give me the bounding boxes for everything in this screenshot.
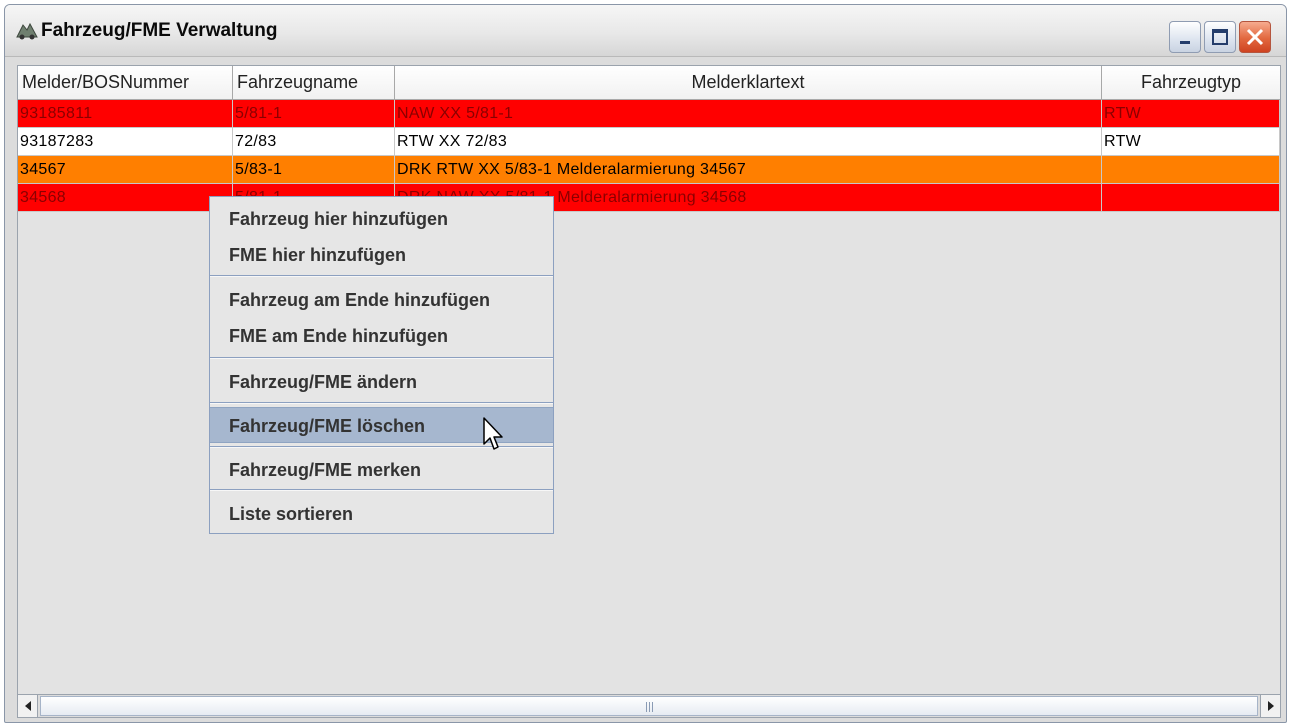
cell-fahrzeugtyp: [1102, 156, 1280, 184]
cell-fahrzeugname: 72/83: [233, 128, 395, 156]
cell-melderklartext: RTW XX 72/83: [395, 128, 1102, 156]
menu-item-remember[interactable]: Fahrzeug/FME merken: [210, 452, 553, 488]
cell-melderklartext: DRK RTW XX 5/83-1 Melderalarmierung 3456…: [395, 156, 1102, 184]
cell-melder: 34567: [18, 156, 233, 184]
close-icon: [1246, 28, 1264, 46]
minimize-button[interactable]: [1169, 21, 1201, 53]
arrow-left-icon: [25, 701, 31, 711]
cell-melder: 93187283: [18, 128, 233, 156]
column-header-fahrzeugtyp[interactable]: Fahrzeugtyp: [1102, 66, 1280, 100]
vehicle-table[interactable]: Melder/BOSNummer Fahrzeugname Melderklar…: [17, 65, 1281, 696]
menu-item-edit[interactable]: Fahrzeug/FME ändern: [210, 364, 553, 400]
menu-item-sort-list[interactable]: Liste sortieren: [210, 496, 553, 532]
menu-item-add-vehicle-here[interactable]: Fahrzeug hier hinzufügen: [210, 201, 553, 237]
menu-separator: [210, 402, 553, 404]
cell-melder: 93185811: [18, 100, 233, 128]
grip-line: [649, 702, 650, 712]
cell-fahrzeugtyp: RTW: [1102, 100, 1280, 128]
window-title: Fahrzeug/FME Verwaltung: [41, 20, 278, 41]
horizontal-scrollbar[interactable]: [17, 694, 1281, 718]
close-button[interactable]: [1239, 21, 1271, 53]
minimize-icon: [1180, 41, 1190, 44]
app-window: Fahrzeug/FME Verwaltung Melder/BOSNummer…: [4, 4, 1287, 723]
mouse-pointer-icon: [483, 417, 503, 450]
scroll-right-button[interactable]: [1260, 695, 1280, 717]
menu-item-add-vehicle-end[interactable]: Fahrzeug am Ende hinzufügen: [210, 282, 553, 318]
table-header: Melder/BOSNummer Fahrzeugname Melderklar…: [18, 66, 1280, 100]
cell-fahrzeugname: 5/83-1: [233, 156, 395, 184]
title-bar[interactable]: Fahrzeug/FME Verwaltung: [5, 5, 1286, 57]
cell-melderklartext: NAW XX 5/81-1: [395, 100, 1102, 128]
scroll-left-button[interactable]: [18, 695, 38, 717]
grip-line: [652, 702, 653, 712]
menu-item-add-fme-here[interactable]: FME hier hinzufügen: [210, 237, 553, 273]
cell-fahrzeugname: 5/81-1: [233, 100, 395, 128]
arrow-right-icon: [1268, 701, 1274, 711]
table-row[interactable]: 93187283 72/83 RTW XX 72/83 RTW: [18, 128, 1280, 156]
cell-melder: 34568: [18, 184, 233, 212]
cell-fahrzeugtyp: RTW: [1102, 128, 1280, 156]
scrollbar-thumb[interactable]: [40, 696, 1258, 716]
maximize-icon: [1212, 29, 1228, 45]
column-header-fahrzeugname[interactable]: Fahrzeugname: [233, 66, 395, 100]
context-menu: Fahrzeug hier hinzufügen FME hier hinzuf…: [209, 196, 554, 534]
menu-separator: [210, 489, 553, 491]
menu-item-add-fme-end[interactable]: FME am Ende hinzufügen: [210, 318, 553, 354]
column-header-melderklartext[interactable]: Melderklartext: [395, 66, 1102, 100]
maximize-button[interactable]: [1204, 21, 1236, 53]
vehicle-app-icon: [15, 19, 39, 41]
menu-separator: [210, 275, 553, 277]
cell-fahrzeugtyp: [1102, 184, 1280, 212]
table-row[interactable]: 34568 5/81-1 DRK NAW XX 5/81-1 Melderala…: [18, 184, 1280, 212]
table-row[interactable]: 93185811 5/81-1 NAW XX 5/81-1 RTW: [18, 100, 1280, 128]
table-row[interactable]: 34567 5/83-1 DRK RTW XX 5/83-1 Melderala…: [18, 156, 1280, 184]
menu-separator: [210, 357, 553, 359]
grip-line: [646, 702, 647, 712]
column-header-melder[interactable]: Melder/BOSNummer: [18, 66, 233, 100]
